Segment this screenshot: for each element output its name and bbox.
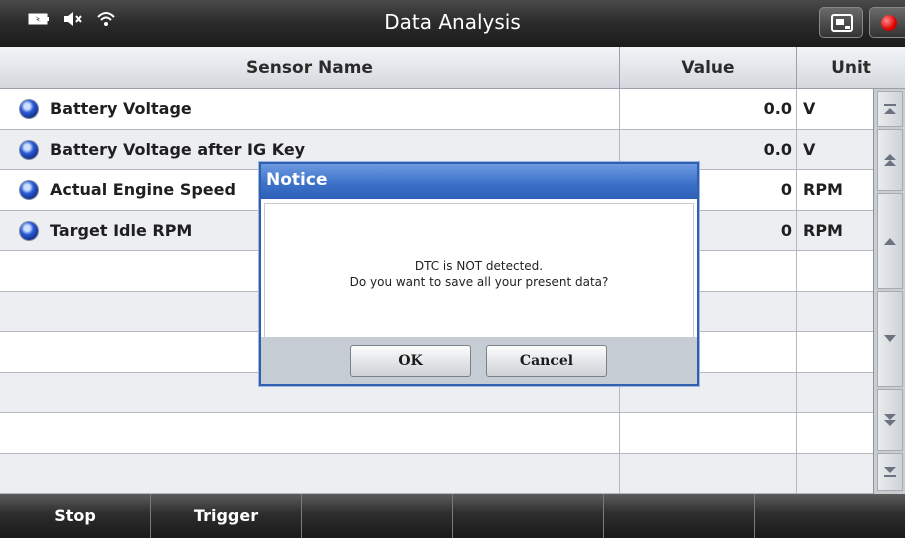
table-row[interactable]: Battery Voltage 0.0 V <box>0 89 873 130</box>
up-icon <box>883 236 897 246</box>
sensor-unit: RPM <box>803 220 843 240</box>
sensor-value <box>620 413 797 453</box>
sensor-name <box>0 413 620 453</box>
toolbar-button-6[interactable] <box>755 494 905 538</box>
vertical-scrollbar[interactable] <box>873 89 905 494</box>
sensor-unit: RPM <box>803 180 843 199</box>
cancel-button[interactable]: Cancel <box>486 345 607 377</box>
scroll-top-button[interactable] <box>877 91 903 127</box>
scroll-bottom-button[interactable] <box>877 453 903 491</box>
title-bar: Data Analysis <box>0 0 905 47</box>
window-title: Data Analysis <box>384 10 521 34</box>
sensor-unit: V <box>803 139 816 159</box>
table-header: Sensor Name Value Unit <box>0 47 905 89</box>
sensor-unit <box>797 373 873 413</box>
sensor-name <box>0 453 620 494</box>
sensor-unit: V <box>803 99 816 118</box>
scroll-up-button[interactable] <box>877 193 903 289</box>
sensor-unit <box>797 251 873 291</box>
table-row[interactable] <box>0 453 873 494</box>
trigger-button[interactable]: Trigger <box>151 494 302 538</box>
notice-dialog: Notice DTC is NOT detected. Do you want … <box>259 162 699 386</box>
sensor-value: 0.0 <box>620 89 797 129</box>
dialog-message: DTC is NOT detected. Do you want to save… <box>265 258 693 290</box>
scroll-down-button[interactable] <box>877 291 903 387</box>
screen-capture-icon <box>831 14 853 36</box>
toolbar-button-3[interactable] <box>302 494 453 538</box>
stop-button[interactable]: Stop <box>0 494 151 538</box>
dialog-message-line-1: DTC is NOT detected. <box>414 259 544 273</box>
toolbar-button-5[interactable] <box>604 494 755 538</box>
dialog-body: DTC is NOT detected. Do you want to save… <box>264 203 694 338</box>
header-value[interactable]: Value <box>620 47 797 89</box>
down-icon <box>883 334 897 344</box>
sensor-unit <box>797 332 873 372</box>
record-button[interactable] <box>869 7 905 38</box>
bottom-toolbar: Stop Trigger <box>0 494 905 538</box>
ok-button[interactable]: OK <box>350 345 471 377</box>
dialog-message-line-2: Do you want to save all your present dat… <box>349 275 609 289</box>
app-window: Data Analysis Sensor Name Value Unit Bat… <box>0 0 905 538</box>
page-down-button[interactable] <box>877 389 903 451</box>
sensor-unit <box>797 454 873 494</box>
sensor-unit <box>797 292 873 332</box>
page-up-icon <box>883 153 897 167</box>
record-icon <box>881 15 897 31</box>
screen-capture-button[interactable] <box>819 7 863 38</box>
sensor-value <box>620 453 797 494</box>
header-sensor-name[interactable]: Sensor Name <box>0 47 620 89</box>
header-unit[interactable]: Unit <box>797 47 905 89</box>
sensor-unit <box>797 413 873 453</box>
sensor-name: Battery Voltage <box>0 89 620 129</box>
page-down-icon <box>883 413 897 427</box>
toolbar-button-4[interactable] <box>453 494 604 538</box>
page-up-button[interactable] <box>877 129 903 191</box>
scroll-top-icon <box>883 103 897 115</box>
table-row[interactable] <box>0 413 873 454</box>
scroll-bottom-icon <box>883 466 897 478</box>
dialog-title: Notice <box>261 164 697 199</box>
dialog-button-bar: OK Cancel <box>261 337 697 384</box>
